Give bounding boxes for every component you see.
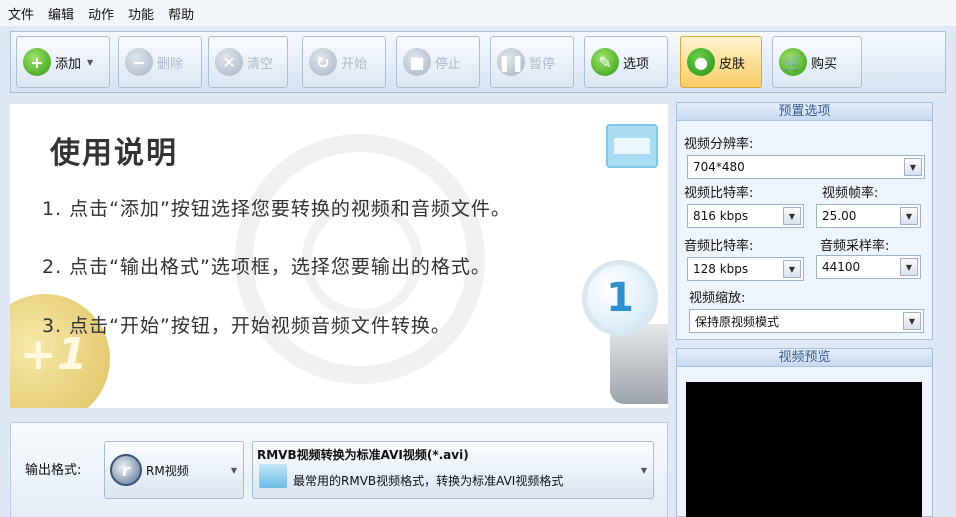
cart-icon: 🛒 — [779, 48, 807, 76]
instructions-panel: +1 1 使用说明 1. 点击“添加”按钮选择您要转换的视频和音频文件。 2. … — [10, 104, 668, 408]
step-badge: 1 — [582, 260, 658, 336]
audio-bitrate-label: 音频比特率: — [684, 239, 754, 254]
preset-options-panel: 预置选项 视频分辨率: 704*480 ▼ 视频比特率: 视频帧率: 816 k… — [676, 102, 933, 340]
pause-label: 暂停 — [529, 56, 556, 72]
output-format-label: 输出格式: — [25, 463, 82, 478]
delete-button[interactable]: − 删除 — [118, 36, 202, 88]
chevron-down-icon[interactable]: ▼ — [783, 207, 801, 225]
clear-label: 清空 — [247, 56, 274, 72]
framerate-value: 25.00 — [822, 209, 857, 223]
chevron-down-icon: ▼ — [230, 466, 237, 475]
delete-label: 删除 — [157, 56, 184, 72]
add-label: 添加 — [55, 56, 82, 72]
device-image — [610, 324, 668, 404]
chevron-down-icon[interactable]: ▼ — [87, 58, 93, 67]
stop-button[interactable]: ■ 停止 — [396, 36, 480, 88]
pause-button[interactable]: ❚❚ 暂停 — [490, 36, 574, 88]
instruction-step-2: 2. 点击“输出格式”选项框，选择您要输出的格式。 — [42, 256, 491, 278]
format-category-dropdown[interactable]: r RM视频 ▼ — [104, 441, 244, 499]
video-preview-screen — [686, 382, 922, 517]
preset-options-header: 预置选项 — [677, 103, 932, 121]
chevron-down-icon[interactable]: ▼ — [900, 258, 918, 276]
add-button[interactable]: + 添加 ▼ — [16, 36, 110, 88]
menu-function[interactable]: 功能 — [128, 4, 154, 23]
menu-file[interactable]: 文件 — [8, 4, 34, 23]
menu-bar: 文件 编辑 动作 功能 帮助 — [0, 0, 956, 26]
stop-label: 停止 — [435, 56, 462, 72]
instructions-title: 使用说明 — [50, 136, 178, 171]
skin-button[interactable]: ● 皮肤 — [680, 36, 762, 88]
scaling-select[interactable]: 保持原视频模式 ▼ — [689, 309, 924, 333]
refresh-icon: ↻ — [309, 48, 337, 76]
apple-icon: ● — [687, 48, 715, 76]
video-bitrate-select[interactable]: 816 kbps ▼ — [687, 204, 804, 228]
buy-label: 购买 — [811, 56, 838, 72]
chevron-down-icon[interactable]: ▼ — [900, 207, 918, 225]
close-icon: ✕ — [215, 48, 243, 76]
options-button[interactable]: ✎ 选项 — [584, 36, 668, 88]
buy-button[interactable]: 🛒 购买 — [772, 36, 862, 88]
format-preset-title: RMVB视频转换为标准AVI视频(*.avi) — [257, 448, 469, 462]
scaling-label: 视频缩放: — [689, 291, 746, 306]
framerate-label: 视频帧率: — [822, 186, 879, 201]
chevron-down-icon[interactable]: ▼ — [904, 158, 922, 176]
realmedia-icon: r — [110, 454, 142, 486]
menu-action[interactable]: 动作 — [88, 4, 114, 23]
samplerate-select[interactable]: 44100 ▼ — [816, 255, 921, 279]
menu-help[interactable]: 帮助 — [168, 4, 194, 23]
plus-icon: + — [23, 48, 51, 76]
resolution-select[interactable]: 704*480 ▼ — [687, 155, 925, 179]
menu-edit[interactable]: 编辑 — [48, 4, 74, 23]
format-preset-dropdown[interactable]: RMVB视频转换为标准AVI视频(*.avi) 最常用的RMVB视频格式，转换为… — [252, 441, 654, 499]
start-label: 开始 — [341, 56, 368, 72]
minus-icon: − — [125, 48, 153, 76]
tools-icon: ✎ — [591, 48, 619, 76]
video-preview-panel: 视频预览 — [676, 348, 933, 517]
video-bitrate-label: 视频比特率: — [684, 186, 754, 201]
chevron-down-icon[interactable]: ▼ — [903, 312, 921, 330]
format-preset-description: 最常用的RMVB视频格式，转换为标准AVI视频格式 — [293, 474, 564, 488]
framerate-select[interactable]: 25.00 ▼ — [816, 204, 921, 228]
audio-bitrate-select[interactable]: 128 kbps ▼ — [687, 257, 804, 281]
folder-icon — [259, 464, 287, 488]
output-format-panel: 输出格式: r RM视频 ▼ RMVB视频转换为标准AVI视频(*.avi) 最… — [10, 422, 668, 517]
format-category-label: RM视频 — [146, 463, 189, 478]
film-icon — [606, 124, 658, 168]
resolution-value: 704*480 — [693, 160, 745, 174]
video-bitrate-value: 816 kbps — [693, 209, 749, 223]
stop-icon: ■ — [403, 48, 431, 76]
clear-button[interactable]: ✕ 清空 — [208, 36, 288, 88]
samplerate-label: 音频采样率: — [820, 239, 890, 254]
scaling-value: 保持原视频模式 — [695, 314, 780, 329]
chevron-down-icon[interactable]: ▼ — [783, 260, 801, 278]
pause-icon: ❚❚ — [497, 48, 525, 76]
instruction-step-3: 3. 点击“开始”按钮，开始视频音频文件转换。 — [42, 315, 451, 337]
chevron-down-icon: ▼ — [640, 466, 647, 475]
samplerate-value: 44100 — [822, 260, 861, 274]
start-button[interactable]: ↻ 开始 — [302, 36, 386, 88]
video-preview-header: 视频预览 — [677, 349, 932, 367]
resolution-label: 视频分辨率: — [684, 137, 754, 152]
toolbar: + 添加 ▼ − 删除 ✕ 清空 ↻ 开始 ■ 停止 ❚❚ 暂停 ✎ 选项 ● … — [10, 31, 946, 93]
skin-label: 皮肤 — [719, 56, 746, 72]
options-label: 选项 — [623, 56, 650, 72]
instruction-step-1: 1. 点击“添加”按钮选择您要转换的视频和音频文件。 — [42, 198, 511, 220]
audio-bitrate-value: 128 kbps — [693, 262, 749, 276]
